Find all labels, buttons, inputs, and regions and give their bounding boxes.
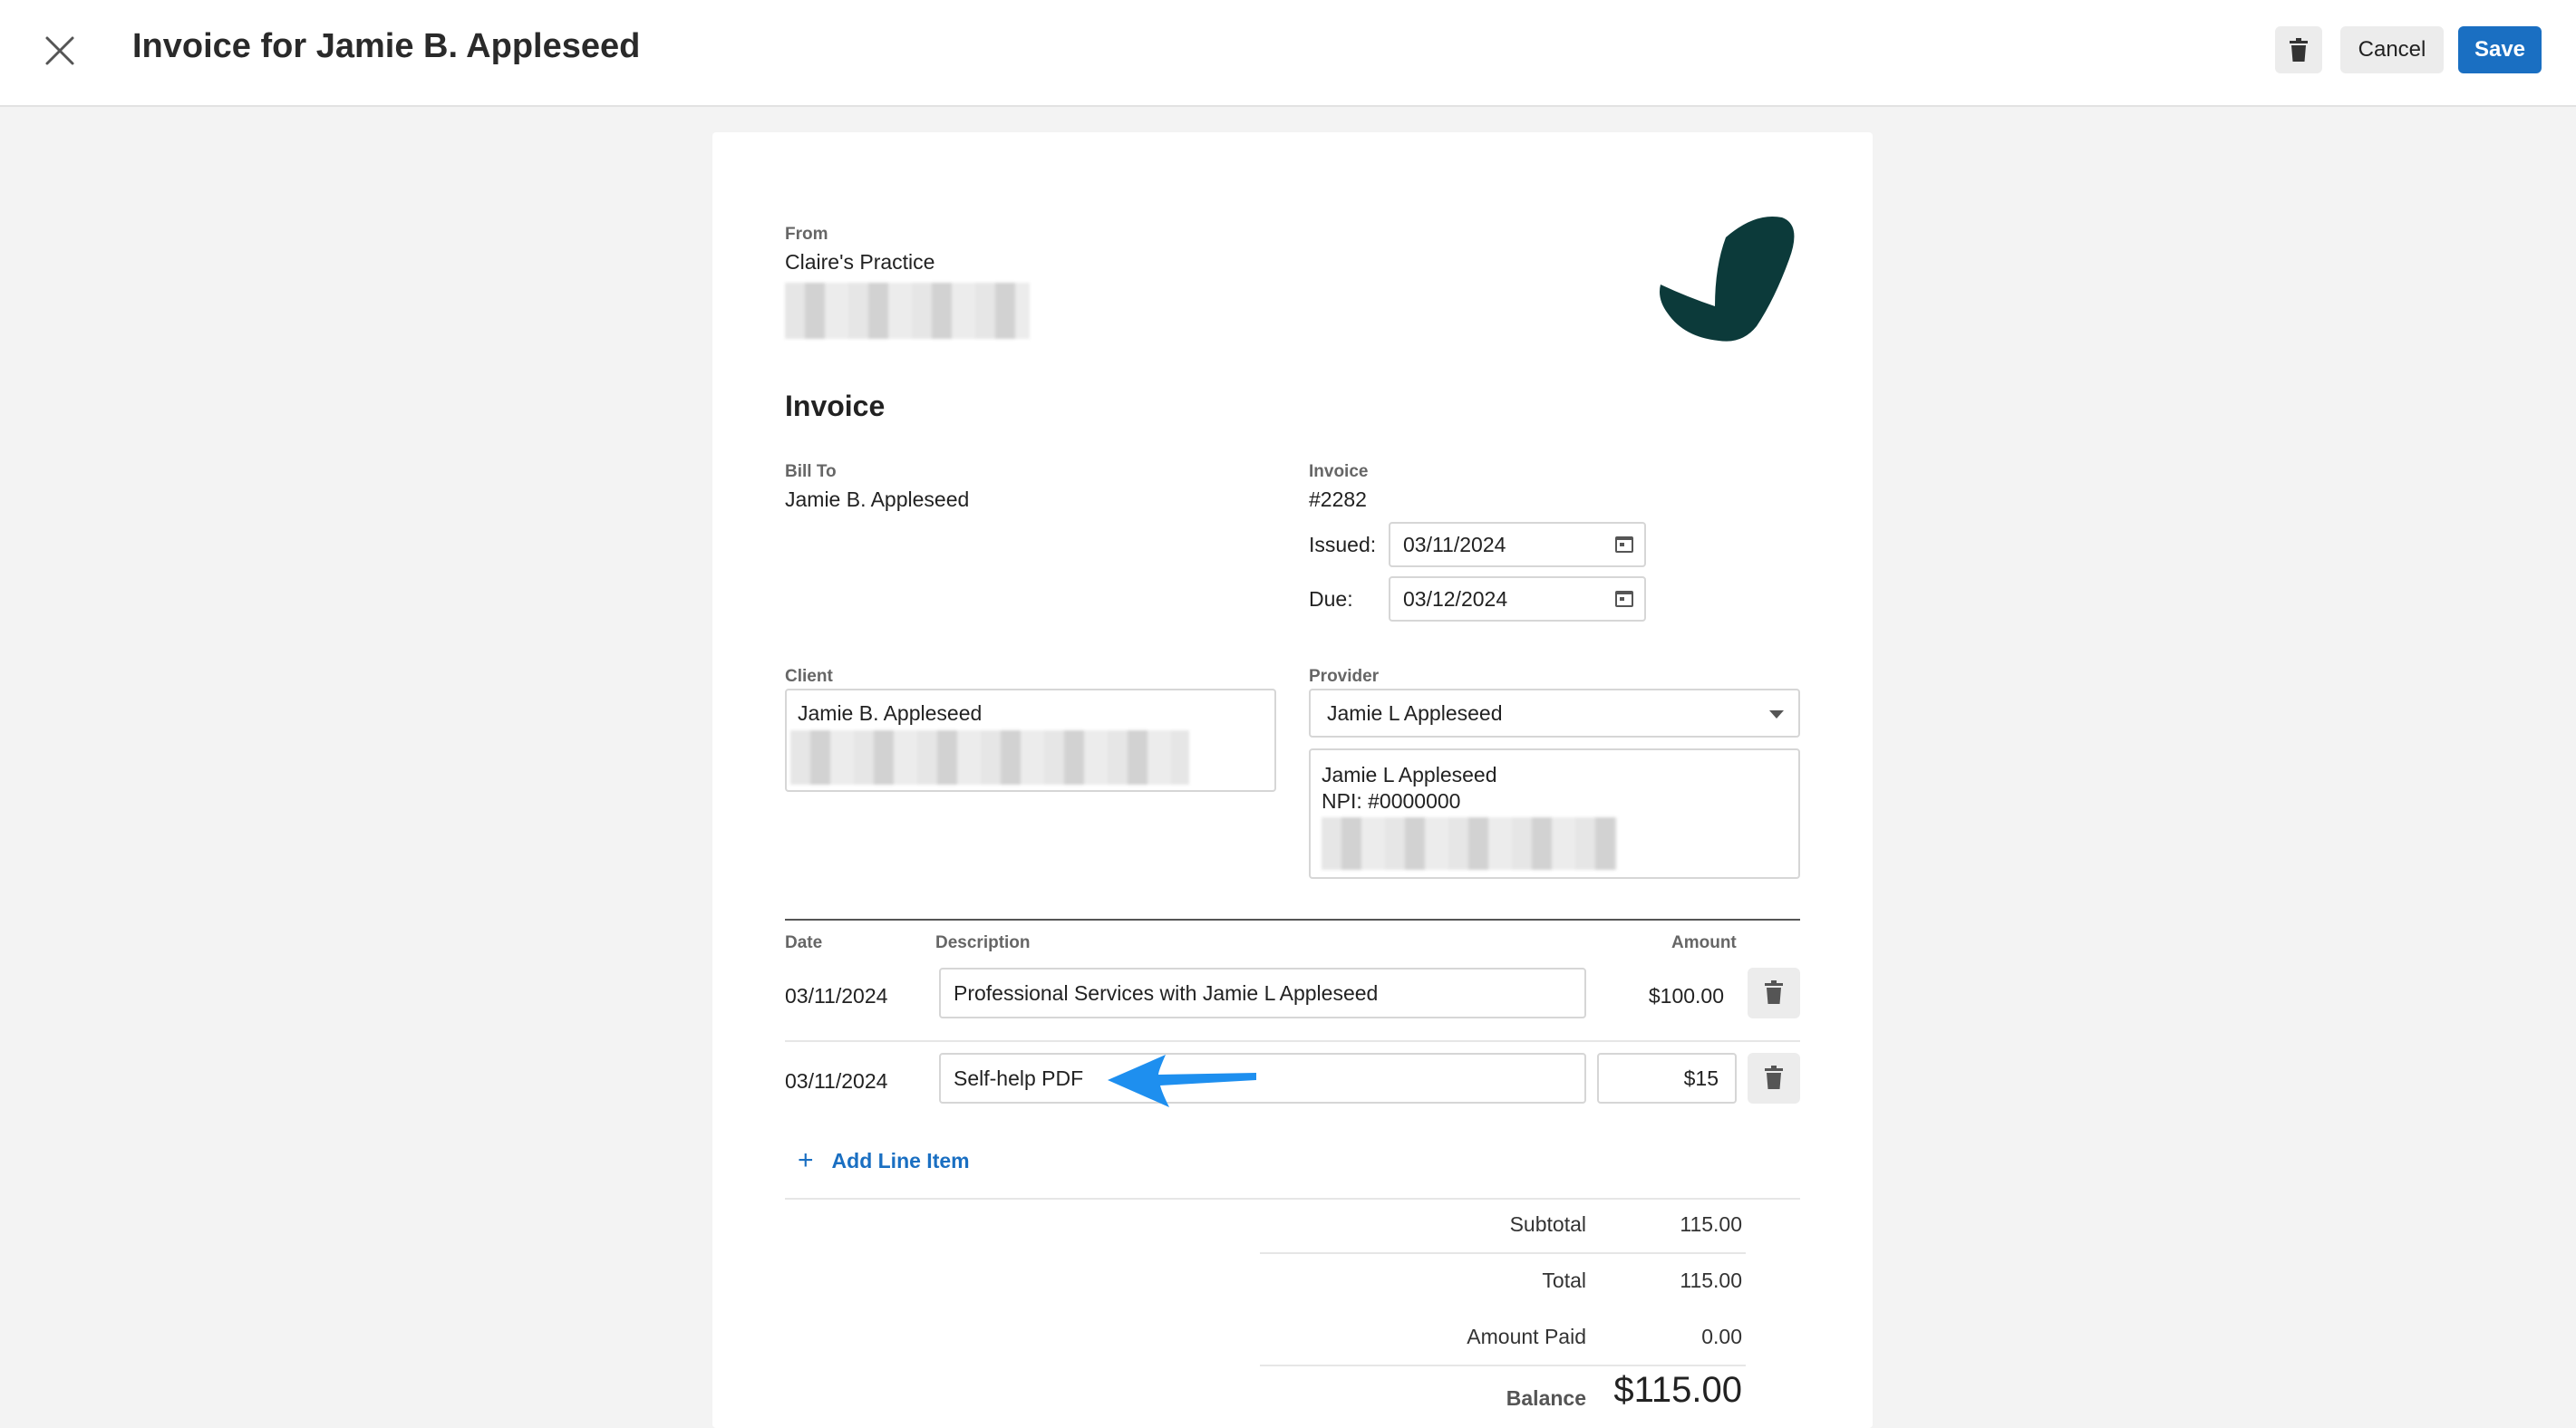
close-icon[interactable] — [40, 31, 80, 71]
line-item-description-input[interactable]: Self-help PDF — [939, 1053, 1586, 1104]
due-date-value: 03/12/2024 — [1403, 586, 1508, 611]
provider-npi: NPI: #0000000 — [1322, 789, 1461, 813]
invoice-number-label: Invoice — [1309, 462, 1369, 481]
issued-date-value: 03/11/2024 — [1403, 532, 1506, 556]
total-label: Total — [1542, 1269, 1586, 1292]
redacted-provider-details — [1322, 817, 1617, 870]
line-item-description-input[interactable]: Professional Services with Jamie L Apple… — [939, 968, 1586, 1018]
cancel-button[interactable]: Cancel — [2340, 26, 2444, 73]
amount-paid-value: 0.00 — [1701, 1325, 1742, 1348]
client-label: Client — [785, 667, 833, 686]
summary-divider — [1260, 1252, 1746, 1254]
provider-select[interactable]: Jamie L Appleseed — [1309, 689, 1800, 738]
invoice-document: From Claire's Practice Invoice Bill To J… — [712, 132, 1873, 1428]
trash-icon — [2290, 38, 2308, 62]
client-name: Jamie B. Appleseed — [798, 701, 983, 725]
line-item-description: Professional Services with Jamie L Apple… — [954, 980, 1379, 1005]
invoice-heading: Invoice — [785, 390, 886, 422]
bill-to-name: Jamie B. Appleseed — [785, 487, 970, 511]
row-divider — [785, 1040, 1800, 1042]
amount-paid-label: Amount Paid — [1467, 1325, 1586, 1348]
due-label: Due: — [1309, 587, 1353, 611]
delete-invoice-button[interactable] — [2275, 26, 2322, 73]
line-item-date: 03/11/2024 — [785, 1069, 888, 1093]
description-column-header: Description — [935, 933, 1031, 952]
items-bottom-divider — [785, 1198, 1800, 1200]
provider-name: Jamie L Appleseed — [1322, 763, 1497, 786]
issued-label: Issued: — [1309, 533, 1377, 556]
line-items-divider — [785, 919, 1800, 921]
redacted-address — [785, 283, 1030, 339]
trash-icon — [1765, 1066, 1783, 1089]
line-item-date: 03/11/2024 — [785, 984, 888, 1008]
redacted-client-details — [790, 730, 1189, 785]
add-line-item-button[interactable]: + Add Line Item — [798, 1145, 970, 1176]
trash-icon — [1765, 980, 1783, 1004]
bill-to-label: Bill To — [785, 462, 837, 481]
delete-line-item-button[interactable] — [1748, 1053, 1800, 1104]
top-bar: Invoice for Jamie B. Appleseed Cancel Sa… — [0, 0, 2576, 107]
amount-column-header: Amount — [1671, 933, 1737, 952]
provider-info-box[interactable]: Jamie L Appleseed NPI: #0000000 — [1309, 748, 1800, 879]
line-item-amount: $100.00 — [1648, 984, 1724, 1008]
practice-logo — [1660, 216, 1795, 342]
balance-value: $115.00 — [1613, 1370, 1742, 1410]
provider-selected: Jamie L Appleseed — [1327, 701, 1503, 725]
line-item-description: Self-help PDF — [954, 1066, 1084, 1090]
summary-divider — [1260, 1365, 1746, 1366]
line-item-amount: $15 — [1683, 1066, 1719, 1090]
practice-name: Claire's Practice — [785, 250, 935, 274]
annotation-arrow — [1108, 1055, 1256, 1107]
line-item-amount-input[interactable]: $15 — [1597, 1053, 1737, 1104]
add-line-item-label: Add Line Item — [831, 1148, 970, 1172]
total-value: 115.00 — [1680, 1269, 1742, 1292]
issued-date-field[interactable]: 03/11/2024 — [1389, 522, 1646, 567]
due-date-field[interactable]: 03/12/2024 — [1389, 576, 1646, 622]
from-label: From — [785, 225, 828, 244]
calendar-icon[interactable] — [1615, 591, 1633, 607]
plus-icon: + — [798, 1145, 814, 1175]
calendar-icon[interactable] — [1615, 536, 1633, 553]
client-info-box[interactable]: Jamie B. Appleseed — [785, 689, 1276, 792]
save-button[interactable]: Save — [2458, 26, 2542, 73]
page-title: Invoice for Jamie B. Appleseed — [132, 27, 641, 65]
provider-label: Provider — [1309, 667, 1380, 686]
chevron-down-icon — [1769, 710, 1784, 719]
subtotal-value: 115.00 — [1680, 1212, 1742, 1236]
subtotal-label: Subtotal — [1509, 1212, 1586, 1236]
invoice-number: #2282 — [1309, 487, 1367, 511]
delete-line-item-button[interactable] — [1748, 968, 1800, 1018]
date-column-header: Date — [785, 933, 823, 952]
